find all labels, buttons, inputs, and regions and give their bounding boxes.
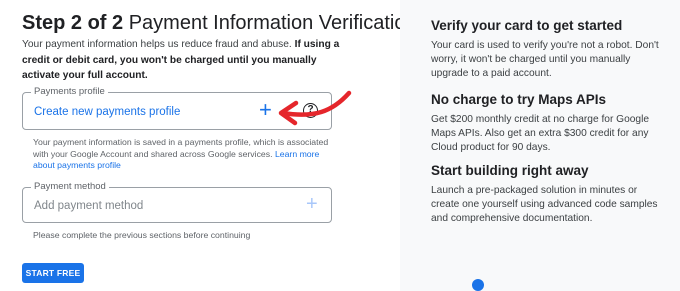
payments-profile-value[interactable]: Create new payments profile [34, 106, 180, 118]
carousel-dot[interactable] [472, 279, 484, 291]
benefit-heading: No charge to try Maps APIs [431, 92, 607, 107]
payment-method-field[interactable]: Payment method Add payment method + [22, 181, 332, 223]
benefits-panel: Verify your card to get started Your car… [400, 0, 680, 291]
payments-profile-legend: Payments profile [31, 86, 108, 98]
benefit-item: Verify your card to get started Your car… [431, 17, 667, 81]
plus-icon[interactable]: + [306, 194, 318, 214]
payment-method-legend: Payment method [31, 181, 109, 193]
payment-method-placeholder[interactable]: Add payment method [34, 200, 143, 212]
benefit-item: No charge to try Maps APIs Get $200 mont… [431, 91, 667, 155]
page-title: Step 2 of 2 Payment Information Verifica… [22, 12, 417, 35]
annotation-arrow-icon [278, 90, 352, 126]
benefit-item: Start building right away Launch a pre-p… [431, 162, 667, 226]
payment-form-panel: Step 2 of 2 Payment Information Verifica… [0, 0, 417, 291]
benefit-body: Your card is used to verify you're not a… [431, 40, 659, 79]
profile-note: Your payment information is saved in a p… [33, 137, 338, 172]
intro-plain: Your payment information helps us reduce… [22, 39, 295, 50]
benefit-body: Get $200 monthly credit at no charge for… [431, 114, 650, 153]
step-label: Step 2 of 2 [22, 12, 124, 34]
method-note: Please complete the previous sections be… [33, 230, 251, 240]
start-free-button[interactable]: START FREE [22, 263, 84, 283]
title-text: Payment Information Verification [123, 12, 417, 34]
intro-text: Your payment information helps us reduce… [22, 37, 352, 84]
benefit-heading: Start building right away [431, 163, 589, 178]
benefit-body: Launch a pre-packaged solution in minute… [431, 185, 658, 224]
benefit-heading: Verify your card to get started [431, 18, 623, 33]
